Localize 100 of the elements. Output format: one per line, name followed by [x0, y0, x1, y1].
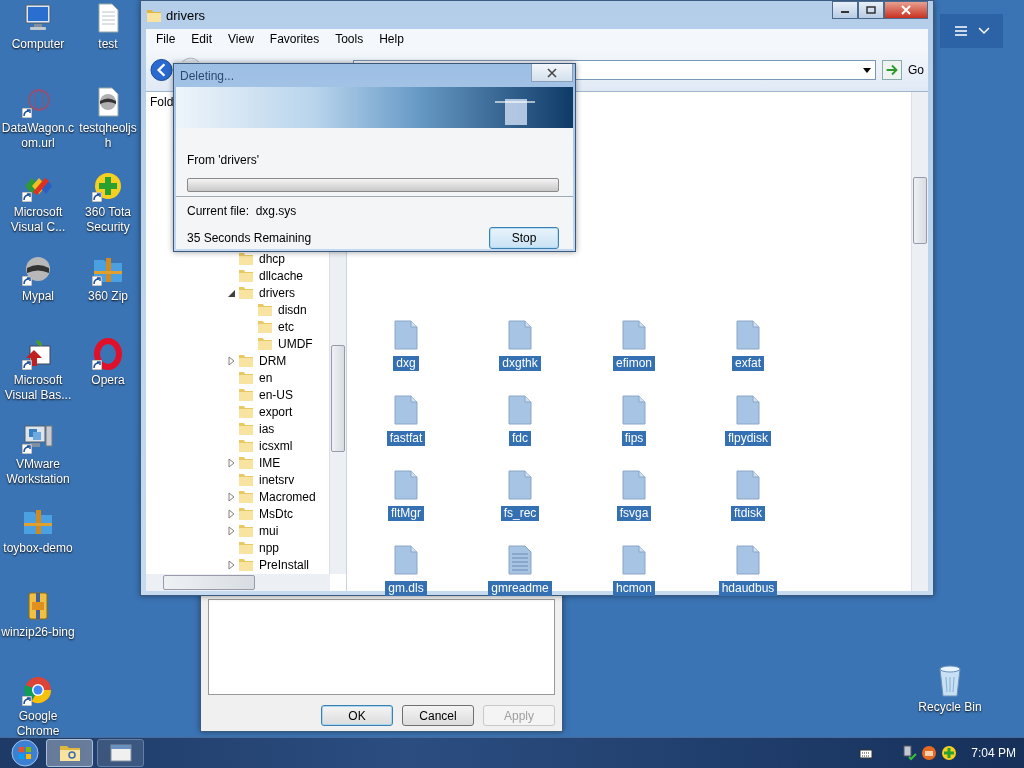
file-name[interactable]: fsvga — [616, 506, 652, 521]
maximize-button[interactable] — [858, 1, 884, 19]
file-name[interactable]: hdaudbus — [718, 581, 778, 596]
desktop-icon-label: Microsoft Visual Bas... — [3, 373, 73, 403]
desktop-icon-label: VMware Workstation — [5, 457, 71, 487]
taskbar-button[interactable] — [46, 739, 93, 767]
desktop-icon-label: testqheoljsh — [78, 121, 138, 151]
menu-item[interactable]: Edit — [183, 32, 221, 46]
tree-item[interactable]: etc — [278, 319, 294, 334]
start-button[interactable] — [8, 738, 42, 768]
file-name[interactable]: flpydisk — [725, 431, 771, 446]
tree-item[interactable]: disdn — [278, 302, 307, 317]
tree-item[interactable]: dllcache — [259, 268, 304, 283]
file-name[interactable]: exfat — [732, 356, 764, 371]
file-icon — [507, 395, 533, 425]
desktop-icon-label: 360 Tota Security — [84, 205, 132, 235]
file-icon — [621, 395, 647, 425]
menu-icon[interactable] — [953, 25, 968, 37]
folder-icon — [257, 319, 273, 334]
chevron-down-icon[interactable] — [977, 27, 990, 35]
taskbar-button[interactable] — [97, 739, 144, 767]
maximize-icon — [866, 6, 876, 14]
keyboard-icon[interactable] — [859, 747, 874, 759]
tree-item[interactable]: en — [259, 370, 273, 385]
tree-item[interactable]: icsxml — [259, 438, 293, 453]
tree-item[interactable]: drivers — [259, 285, 295, 300]
menu-item[interactable]: Tools — [327, 32, 372, 46]
minimize-button[interactable] — [832, 1, 858, 19]
tree-item[interactable]: PreInstall — [259, 557, 310, 572]
tree-item[interactable]: en-US — [259, 387, 293, 402]
back-button[interactable] — [150, 58, 174, 82]
folder-icon — [238, 523, 254, 538]
tree-item[interactable]: ias — [259, 421, 275, 436]
opera-icon[interactable] — [92, 338, 124, 370]
tree-item[interactable]: export — [259, 404, 293, 419]
tree-item[interactable]: mui — [259, 523, 279, 538]
file-name[interactable]: dxg — [393, 356, 419, 371]
file-icon — [507, 320, 533, 350]
time-remaining: 35 Seconds Remaining — [187, 231, 312, 245]
file-icon — [735, 395, 761, 425]
file-name[interactable]: fips — [621, 431, 647, 446]
folder-icon — [238, 472, 254, 487]
desktop-icon-label: Computer — [11, 37, 65, 52]
stop-button[interactable]: Stop — [489, 227, 559, 249]
tree-item[interactable]: inetsrv — [259, 472, 295, 487]
menu-item[interactable]: File — [148, 32, 184, 46]
tree-item[interactable]: IME — [259, 455, 281, 470]
tree-item[interactable]: npp — [259, 540, 280, 555]
plus-circle-icon[interactable] — [92, 170, 124, 202]
file-icon — [735, 320, 761, 350]
folder-icon — [238, 268, 254, 283]
text-file-icon — [507, 545, 533, 575]
folder-icon — [238, 438, 254, 453]
scrollbar[interactable] — [146, 574, 330, 591]
tree-item[interactable]: DRM — [259, 353, 287, 368]
folder-icon — [238, 251, 254, 266]
desktop-icon-label: winzip26-bing — [1, 625, 75, 640]
chrome-icon[interactable] — [22, 674, 54, 706]
close-button[interactable] — [884, 1, 928, 19]
file-name[interactable]: gmreadme — [488, 581, 552, 596]
folder-icon — [238, 285, 254, 300]
window-icon — [109, 744, 132, 762]
go-button[interactable]: Go — [882, 60, 924, 80]
dropdown-arrow-icon[interactable] — [863, 67, 871, 73]
file-name[interactable]: fs_rec — [500, 506, 540, 521]
tree-item[interactable]: dhcp — [259, 251, 286, 266]
file-name[interactable]: gm.dls — [385, 581, 427, 596]
dialog-button[interactable]: OK — [321, 705, 393, 726]
network-icon[interactable] — [901, 745, 918, 761]
file-name[interactable]: fastfat — [386, 431, 426, 446]
file-icon — [393, 545, 419, 575]
clock[interactable]: 7:04 PM — [971, 746, 1016, 760]
folder-icon — [238, 506, 254, 521]
scrollbar[interactable] — [911, 92, 928, 591]
tree-item[interactable]: Macromed — [259, 489, 316, 504]
file-name[interactable]: hcmon — [613, 581, 655, 596]
menu-item[interactable]: View — [220, 32, 262, 46]
current-file-text: Current file: dxg.sys — [187, 204, 298, 218]
close-button[interactable] — [531, 64, 573, 82]
menu-item[interactable]: Help — [371, 32, 412, 46]
desktop-icon-label: Recycle Bin — [918, 700, 982, 715]
tree-item[interactable]: MsDtc — [259, 506, 293, 521]
file-icon — [393, 395, 419, 425]
file-icon — [621, 545, 647, 575]
desktop-icon-label: toybox-demo — [3, 541, 73, 556]
menu-item[interactable]: Favorites — [261, 32, 328, 46]
dialog-button[interactable]: Cancel — [402, 705, 474, 726]
file-name[interactable]: fdc — [509, 431, 531, 446]
file-name[interactable]: efimon — [613, 356, 655, 371]
tree-item[interactable]: UMDF — [278, 336, 313, 351]
folder-icon — [238, 387, 254, 402]
file-name[interactable]: dxgthk — [499, 356, 541, 371]
plus-circle-icon[interactable] — [941, 745, 958, 761]
window-title: drivers — [166, 7, 205, 23]
file-name[interactable]: fltMgr — [388, 506, 424, 521]
file-name[interactable]: ftdisk — [731, 506, 765, 521]
folder-icon — [257, 302, 273, 317]
folder-icon — [238, 370, 254, 385]
folder-icon — [257, 336, 273, 351]
tray-app-icon[interactable] — [921, 745, 938, 761]
